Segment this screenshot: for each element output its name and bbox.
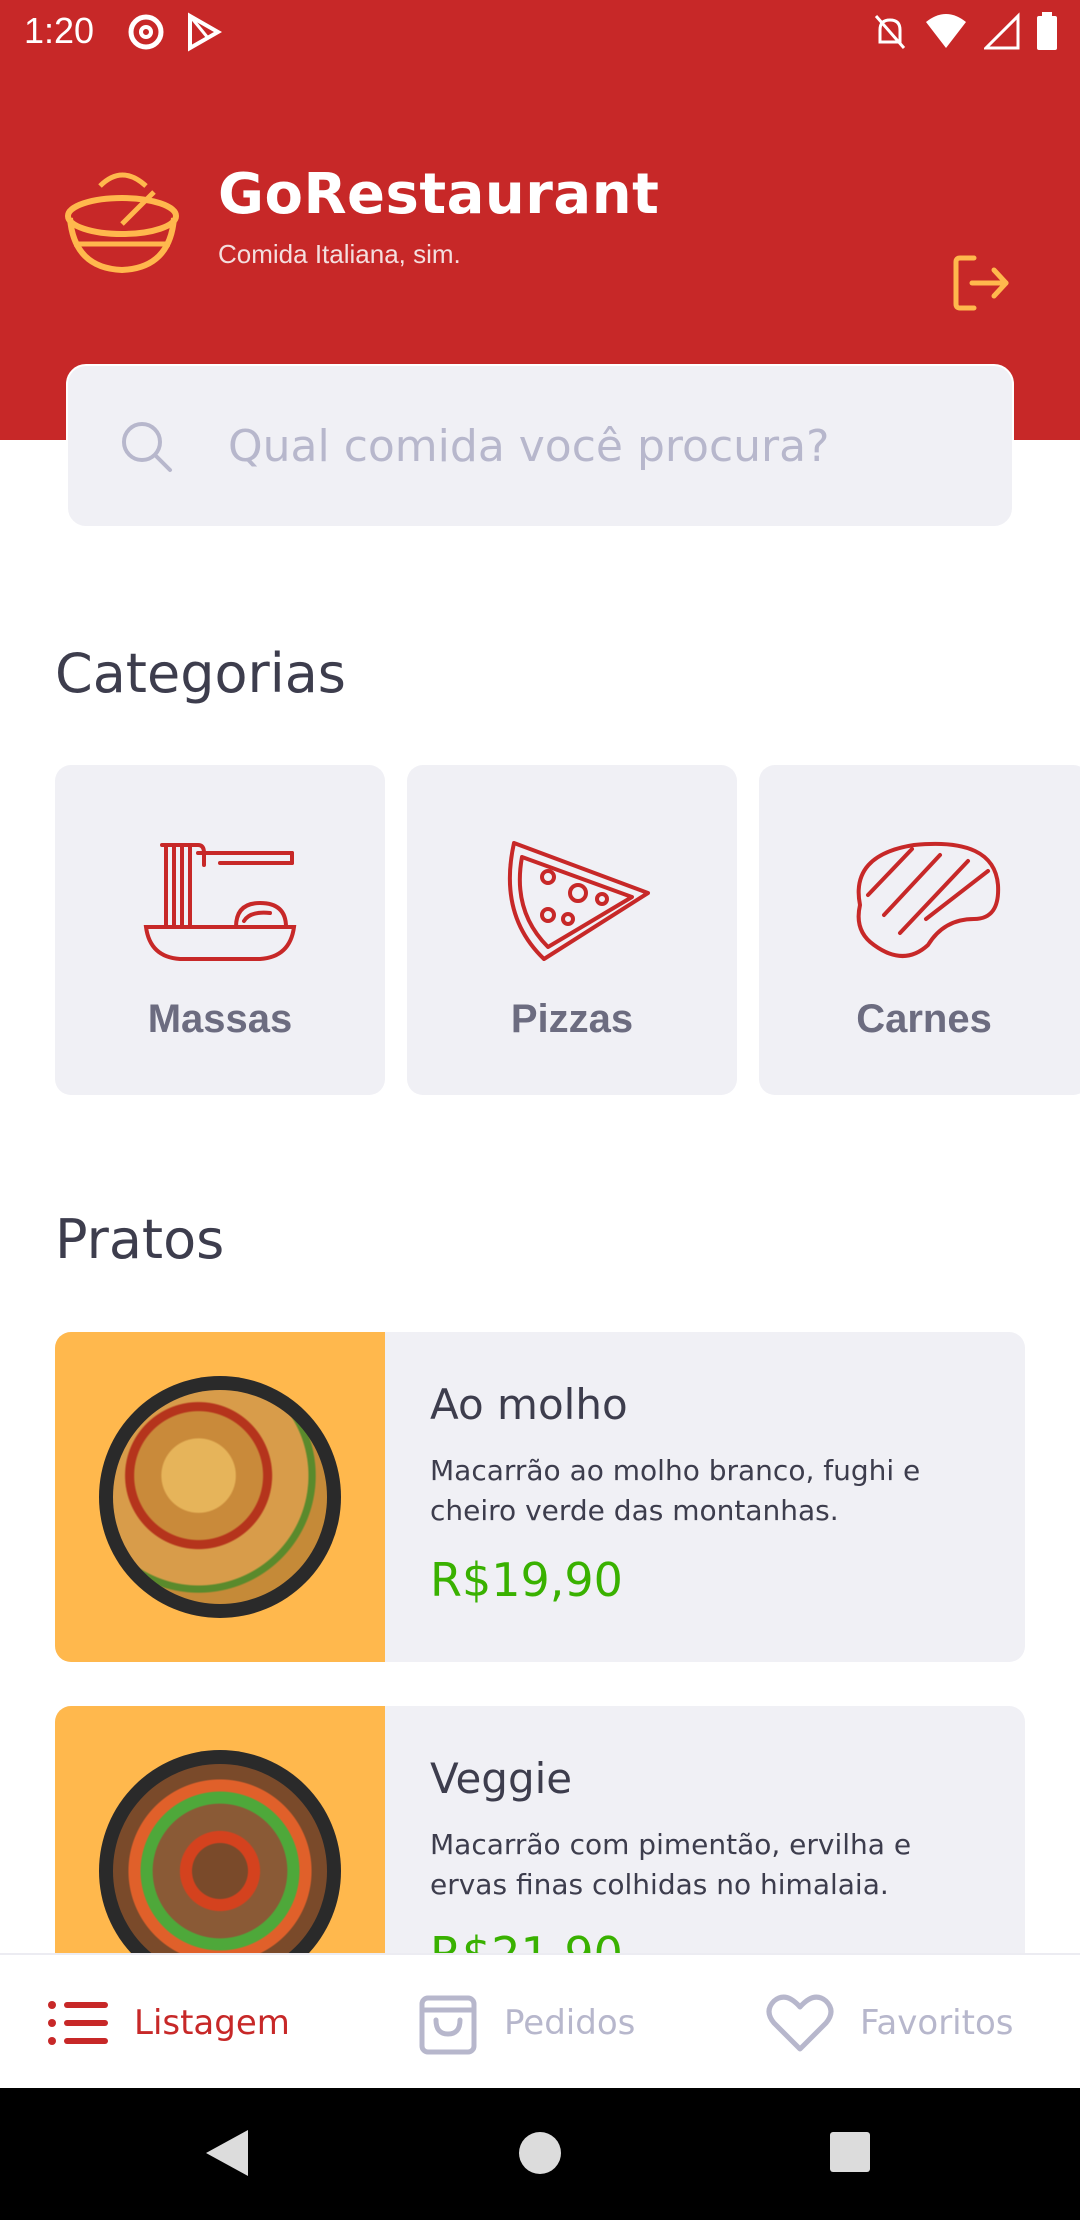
dish-food	[113, 1764, 327, 1978]
dish-card[interactable]: Ao molho Macarrão ao molho branco, fughi…	[55, 1332, 1025, 1662]
at-sign-icon	[128, 14, 164, 50]
dish-description: Macarrão com pimentão, ervilha e ervas f…	[430, 1828, 912, 1901]
tab-favoritos[interactable]: Favoritos	[766, 1955, 1013, 2090]
search-bar[interactable]	[66, 364, 1014, 528]
search-input[interactable]	[228, 406, 968, 486]
tab-label: Favoritos	[860, 2002, 1014, 2043]
shopping-bag-icon	[419, 1995, 477, 2054]
tab-pedidos[interactable]: Pedidos	[418, 1955, 635, 2090]
category-label: Carnes	[856, 997, 992, 1041]
category-card-pizzas[interactable]: Pizzas	[407, 765, 737, 1095]
food-bowl-icon	[65, 172, 179, 274]
system-nav-bar	[0, 2088, 1080, 2220]
bottom-tab-bar: Listagem Pedidos Favoritos	[0, 1953, 1080, 2088]
tab-label: Listagem	[134, 2002, 290, 2043]
tab-listagem[interactable]: Listagem	[48, 1955, 290, 2090]
status-time: 1:20	[24, 10, 95, 51]
category-card-carnes[interactable]: Carnes	[759, 765, 1080, 1095]
dish-description: Macarrão ao molho branco, fughi e cheiro…	[430, 1454, 921, 1527]
list-icon	[48, 2000, 108, 2045]
categories-title: Categorias	[55, 642, 346, 705]
battery-icon	[1037, 12, 1057, 50]
tab-label: Pedidos	[504, 2002, 636, 2043]
brand-title: GoRestaurant	[218, 162, 660, 227]
meat-icon	[856, 841, 1001, 958]
status-bar: 1:20	[0, 0, 1080, 64]
search-icon	[122, 422, 172, 472]
dish-name: Veggie	[430, 1754, 573, 1803]
play-store-icon	[188, 12, 222, 52]
app-header: GoRestaurant Comida Italiana, sim.	[0, 64, 1080, 364]
dish-price: R$19,90	[430, 1553, 623, 1607]
back-icon[interactable]	[204, 2128, 250, 2178]
bell-off-icon	[874, 15, 906, 49]
dish-image	[55, 1332, 385, 1662]
categories-list: Massas Pizzas Carnes	[55, 765, 1080, 1095]
recents-icon[interactable]	[828, 2128, 872, 2178]
dish-plate	[99, 1376, 341, 1618]
category-label: Pizzas	[510, 997, 634, 1041]
pizza-icon	[507, 841, 650, 961]
signal-icon	[984, 12, 1020, 50]
dishes-title: Pratos	[55, 1208, 225, 1271]
home-icon[interactable]	[518, 2128, 562, 2178]
dish-food	[113, 1390, 327, 1604]
category-card-massas[interactable]: Massas	[55, 765, 385, 1095]
brand-subtitle: Comida Italiana, sim.	[218, 239, 461, 269]
wifi-icon	[926, 14, 966, 48]
heart-icon	[766, 1994, 834, 2051]
pasta-icon	[143, 843, 297, 961]
logout-icon[interactable]	[950, 252, 1012, 314]
dish-name: Ao molho	[430, 1380, 628, 1429]
category-label: Massas	[147, 997, 293, 1041]
